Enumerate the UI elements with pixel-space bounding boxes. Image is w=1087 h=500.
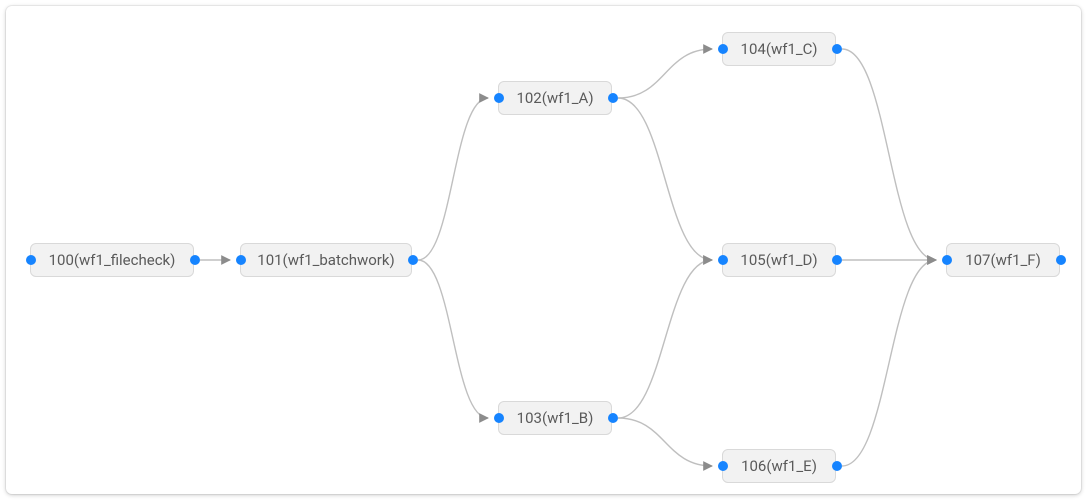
port-in[interactable]	[236, 255, 246, 265]
port-in[interactable]	[942, 255, 952, 265]
node-label: 101(wf1_batchwork)	[257, 251, 394, 269]
edge-n102-n105	[618, 98, 712, 260]
edge-n106-n107	[842, 260, 936, 466]
port-in[interactable]	[494, 413, 504, 423]
workflow-node-n105[interactable]: 105(wf1_D)	[722, 243, 836, 277]
edge-n102-n104	[618, 49, 712, 98]
port-in[interactable]	[26, 255, 36, 265]
port-out[interactable]	[408, 255, 418, 265]
workflow-node-n100[interactable]: 100(wf1_filecheck)	[30, 243, 194, 277]
edge-n103-n106	[618, 418, 712, 466]
node-label: 107(wf1_F)	[965, 251, 1041, 269]
port-in[interactable]	[718, 255, 728, 265]
node-label: 103(wf1_B)	[517, 409, 594, 427]
edge-n101-n103	[418, 260, 488, 418]
workflow-node-n104[interactable]: 104(wf1_C)	[722, 32, 836, 66]
port-out[interactable]	[190, 255, 200, 265]
port-out[interactable]	[832, 461, 842, 471]
port-out[interactable]	[832, 255, 842, 265]
edge-n104-n107	[842, 49, 936, 260]
node-label: 104(wf1_C)	[741, 40, 818, 58]
port-in[interactable]	[718, 44, 728, 54]
port-out[interactable]	[1056, 255, 1066, 265]
workflow-node-n103[interactable]: 103(wf1_B)	[498, 401, 612, 435]
node-label: 102(wf1_A)	[516, 89, 593, 107]
node-label: 106(wf1_E)	[741, 457, 817, 475]
node-label: 100(wf1_filecheck)	[49, 251, 176, 269]
port-in[interactable]	[494, 93, 504, 103]
port-out[interactable]	[608, 93, 618, 103]
port-out[interactable]	[608, 413, 618, 423]
diagram-canvas: 100(wf1_filecheck) 101(wf1_batchwork) 102(…	[0, 0, 1087, 500]
port-out[interactable]	[832, 44, 842, 54]
workflow-node-n102[interactable]: 102(wf1_A)	[498, 81, 612, 115]
diagram-panel: 100(wf1_filecheck) 101(wf1_batchwork) 102(…	[6, 6, 1081, 494]
workflow-node-n101[interactable]: 101(wf1_batchwork)	[240, 243, 412, 277]
edge-n103-n105	[618, 260, 712, 418]
workflow-node-n106[interactable]: 106(wf1_E)	[722, 449, 836, 483]
node-label: 105(wf1_D)	[740, 251, 817, 269]
edge-n101-n102	[418, 98, 488, 260]
port-in[interactable]	[718, 461, 728, 471]
workflow-node-n107[interactable]: 107(wf1_F)	[946, 243, 1060, 277]
